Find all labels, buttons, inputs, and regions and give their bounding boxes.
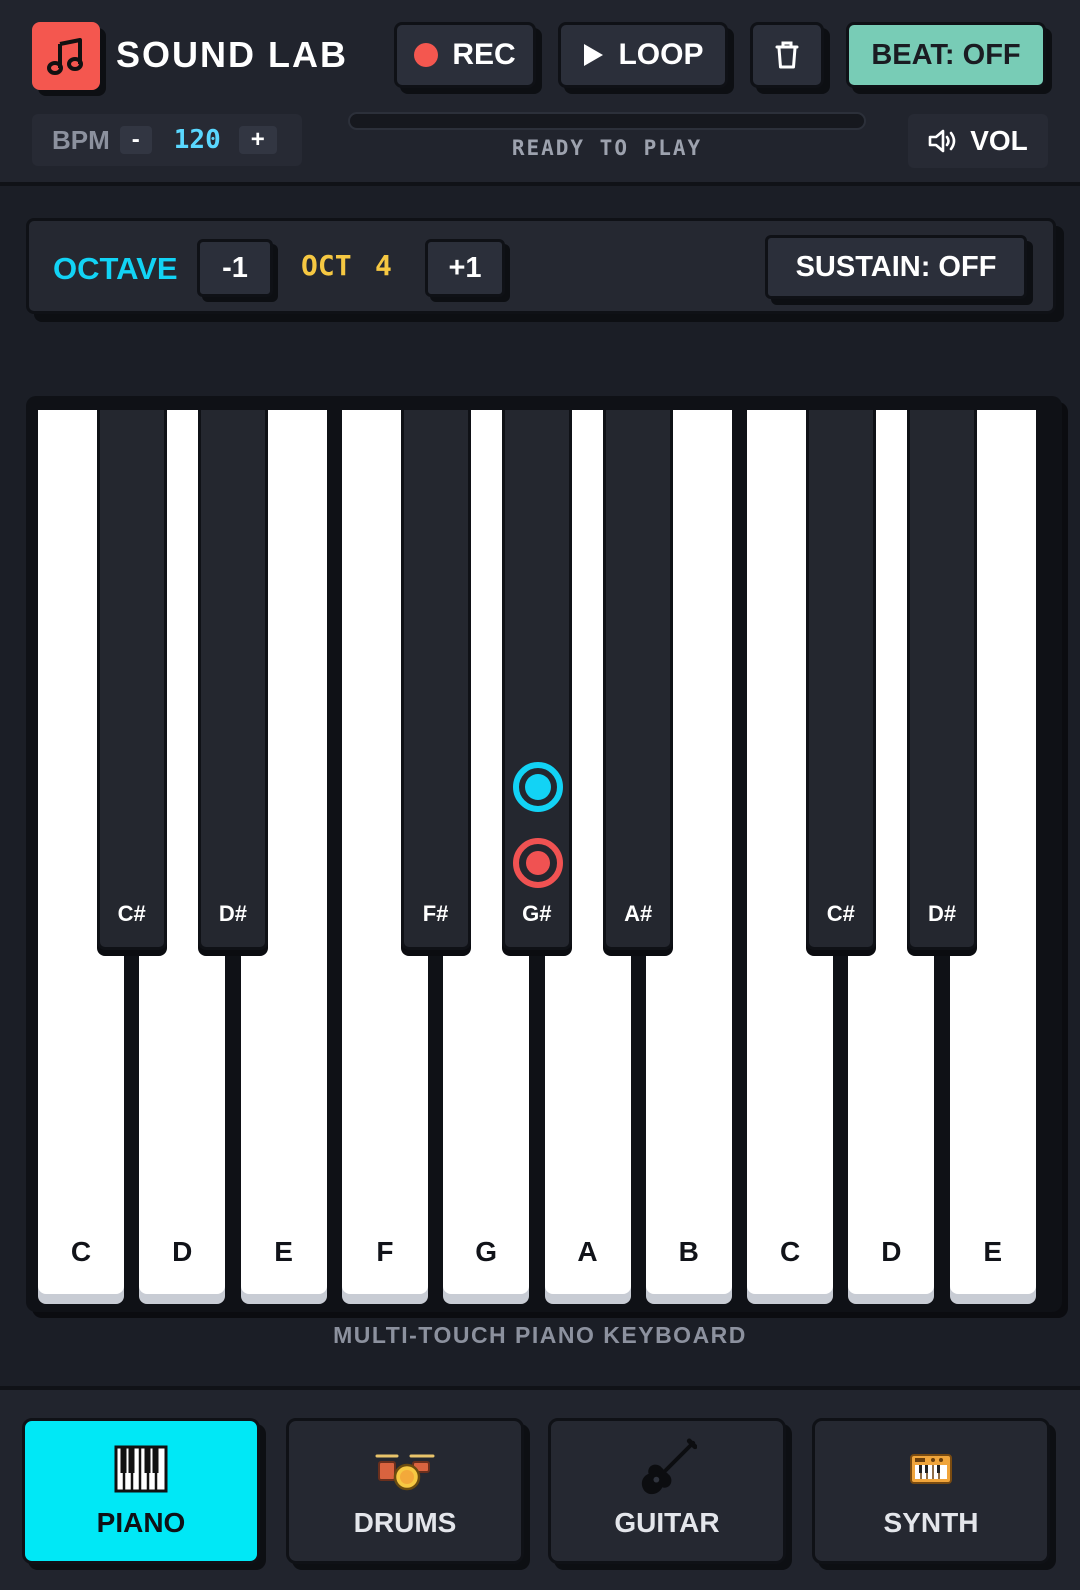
black-key[interactable]: C# xyxy=(805,410,876,950)
octave-panel: OCTAVE -1 OCT 4 +1 SUSTAIN: OFF xyxy=(26,218,1056,314)
status-text: READY TO PLAY xyxy=(511,136,703,160)
black-key-label: A# xyxy=(624,901,653,926)
octave-label: OCTAVE xyxy=(53,251,178,286)
instrument-tab-bar: PIANO DRUMS GUITAR SYNTH xyxy=(0,1386,1080,1590)
loop-label: LOOP xyxy=(618,38,704,71)
app-logo xyxy=(32,22,100,90)
keyboard-caption: MULTI-TOUCH PIANO KEYBOARD xyxy=(333,1322,747,1348)
volume-button[interactable]: VOL xyxy=(908,114,1048,168)
playback-progress-bar xyxy=(348,112,866,130)
tab-piano-label: PIANO xyxy=(96,1507,186,1538)
black-key-label: D# xyxy=(927,901,957,926)
synth-icon xyxy=(901,1443,961,1495)
volume-label: VOL xyxy=(970,125,1028,156)
speaker-icon xyxy=(928,129,956,153)
black-key[interactable]: G# xyxy=(501,410,572,950)
bpm-increase-button[interactable]: + xyxy=(238,126,277,154)
tab-synth[interactable]: SYNTH xyxy=(812,1418,1050,1564)
sustain-toggle-button[interactable]: SUSTAIN: OFF xyxy=(765,235,1027,299)
touch-indicator-red xyxy=(512,838,563,888)
tab-drums-label: DRUMS xyxy=(353,1507,457,1538)
piano-keyboard: C D E F G A B C D E C# D# F# G# A# C# D# xyxy=(26,396,1062,1312)
tab-guitar[interactable]: GUITAR xyxy=(548,1418,786,1564)
record-label: REC xyxy=(452,38,516,71)
record-button[interactable]: REC xyxy=(394,22,536,88)
black-key[interactable]: D# xyxy=(907,410,978,950)
clear-button[interactable] xyxy=(750,22,824,88)
black-key-label: C# xyxy=(117,901,146,926)
drum-kit-icon xyxy=(375,1443,435,1495)
black-key[interactable]: D# xyxy=(197,410,268,950)
octave-down-button[interactable]: -1 xyxy=(197,239,273,297)
octave-value: 4 xyxy=(375,249,392,282)
tab-synth-label: SYNTH xyxy=(883,1507,979,1538)
tab-guitar-label: GUITAR xyxy=(614,1507,720,1538)
black-key-label: D# xyxy=(218,901,247,926)
black-key[interactable]: F# xyxy=(400,410,471,950)
touch-indicator-cyan xyxy=(512,762,563,812)
bpm-label: BPM xyxy=(52,124,110,155)
trash-icon xyxy=(775,41,799,69)
guitar-icon xyxy=(637,1438,697,1495)
octave-up-button[interactable]: +1 xyxy=(425,239,505,297)
black-key-label: G# xyxy=(522,901,552,926)
record-dot-icon xyxy=(414,43,439,67)
piano-icon xyxy=(111,1443,171,1495)
black-key-label: C# xyxy=(826,901,855,926)
beat-toggle-button[interactable]: BEAT: OFF xyxy=(846,22,1046,88)
octave-name: OCT xyxy=(301,249,352,282)
tab-drums[interactable]: DRUMS xyxy=(286,1418,524,1564)
play-icon xyxy=(584,44,604,66)
tab-piano[interactable]: PIANO xyxy=(22,1418,260,1564)
black-key[interactable]: C# xyxy=(96,410,167,950)
bpm-value: 120 xyxy=(173,125,221,155)
black-key[interactable]: A# xyxy=(603,410,674,950)
loop-button[interactable]: LOOP xyxy=(558,22,728,88)
top-toolbar: SOUND LAB REC LOOP BEAT: OFF BPM - 120 +… xyxy=(0,0,1080,186)
music-note-icon xyxy=(47,38,83,75)
black-key-label: F# xyxy=(422,901,449,926)
bpm-decrease-button[interactable]: - xyxy=(119,126,152,154)
bpm-control: BPM - 120 + xyxy=(32,114,302,166)
app-title: SOUND LAB xyxy=(116,34,348,75)
